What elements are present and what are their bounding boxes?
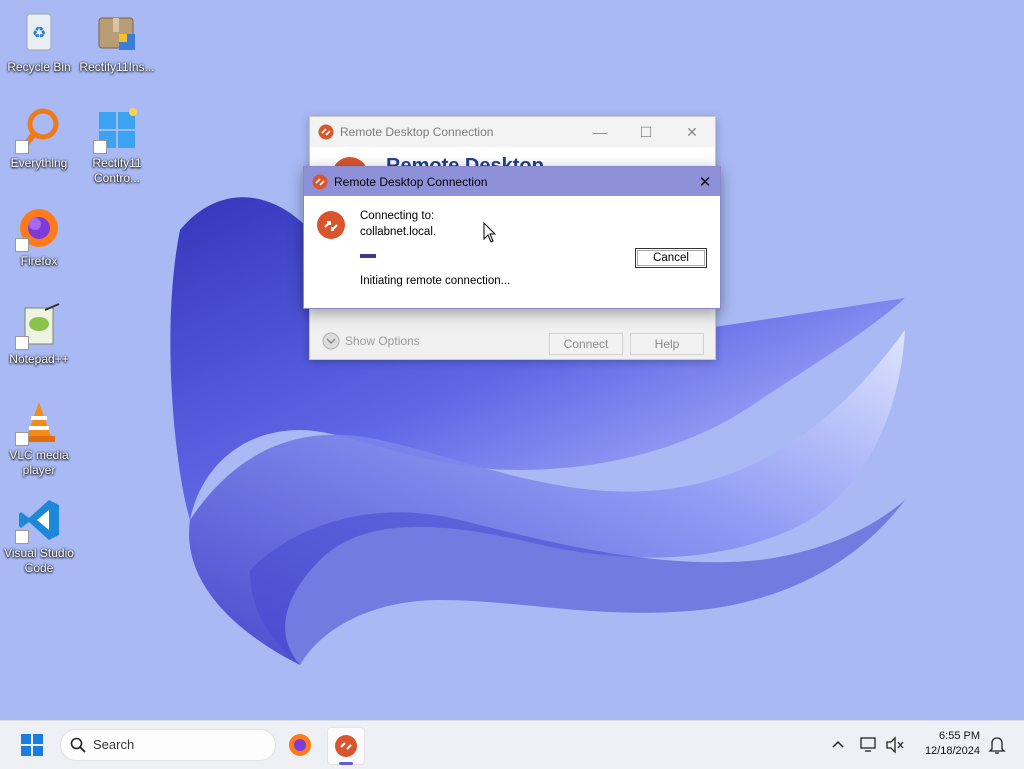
search-icon — [70, 737, 86, 753]
recycle-bin-icon: ♻ — [15, 10, 63, 58]
firefox-icon — [289, 734, 311, 756]
mouse-cursor-icon — [483, 222, 497, 243]
dialog-close-button[interactable]: ✕ — [690, 167, 720, 196]
icon-label: Rectify11Ins... — [79, 60, 155, 74]
remote-desktop-icon — [312, 174, 328, 189]
icon-label: Firefox — [20, 254, 58, 268]
show-hidden-icons-button[interactable] — [828, 735, 848, 755]
desktop-icon-vlc[interactable]: VLC media player — [0, 398, 78, 478]
icon-label: Recycle Bin — [7, 60, 71, 74]
rdc-button-bar: Show Options Connect Help — [310, 329, 715, 359]
window-title: Remote Desktop Connection — [340, 125, 494, 139]
maximize-button[interactable]: ☐ — [623, 117, 669, 147]
remote-desktop-logo-icon — [317, 211, 345, 239]
minimize-button[interactable]: — — [577, 117, 623, 147]
vlc-cone-icon — [15, 398, 63, 446]
notification-button[interactable] — [986, 734, 1008, 756]
notepadpp-icon — [15, 302, 63, 350]
dialog-title: Remote Desktop Connection — [334, 174, 488, 189]
taskbar-search-box[interactable]: Search — [60, 729, 276, 761]
taskbar: Search 6:55 PM 12/18/2024 — [0, 720, 1024, 769]
host-name: collabnet.local. — [360, 226, 437, 238]
shortcut-arrow-icon — [15, 238, 29, 252]
dialog-body: Connecting to: collabnet.local. Cancel I… — [304, 196, 720, 308]
dialog-titlebar[interactable]: Remote Desktop Connection ✕ — [304, 167, 720, 196]
icon-label: Visual Studio Code — [4, 546, 74, 575]
remote-desktop-icon — [318, 124, 334, 140]
desktop: ♻ Recycle Bin Rectify11Ins... Everything… — [0, 0, 1024, 720]
rdc-banner: Remote Desktop — [310, 147, 715, 167]
shortcut-arrow-icon — [15, 432, 29, 446]
taskbar-firefox[interactable] — [282, 727, 318, 763]
remote-desktop-icon — [335, 735, 357, 757]
connecting-to-label: Connecting to: — [360, 210, 435, 222]
svg-text:♻: ♻ — [32, 25, 46, 42]
close-button[interactable]: ✕ — [669, 117, 715, 147]
show-options-toggle[interactable]: Show Options — [322, 332, 420, 350]
shortcut-arrow-icon — [15, 140, 29, 154]
chevron-up-icon — [832, 740, 844, 748]
icon-label: Everything — [10, 156, 68, 170]
connect-button[interactable]: Connect — [549, 333, 623, 355]
rdc-main-titlebar[interactable]: Remote Desktop Connection — ☐ ✕ — [310, 117, 715, 147]
connection-progress-indicator — [360, 254, 376, 258]
icon-label: Rectify11 Contro... — [92, 156, 142, 185]
start-button[interactable] — [14, 729, 50, 761]
shortcut-arrow-icon — [93, 140, 107, 154]
tray-audio-button[interactable] — [884, 734, 906, 756]
desktop-icon-rectify11-installer[interactable]: Rectify11Ins... — [78, 10, 156, 75]
desktop-icon-vscode[interactable]: Visual Studio Code — [0, 496, 78, 576]
desktop-icon-notepadpp[interactable]: Notepad++ — [0, 302, 78, 367]
tray-display-button[interactable] — [858, 734, 880, 756]
windows-start-icon — [21, 734, 43, 756]
desktop-icon-recycle-bin[interactable]: ♻ Recycle Bin — [0, 10, 78, 75]
status-text: Initiating remote connection... — [360, 275, 511, 287]
desktop-icon-firefox[interactable]: Firefox — [0, 204, 78, 269]
desktop-icon-rectify11-control[interactable]: Rectify11 Contro... — [78, 106, 156, 186]
bell-icon — [988, 737, 1006, 754]
clock-time: 6:55 PM — [939, 730, 980, 742]
help-button[interactable]: Help — [630, 333, 704, 355]
icon-label: VLC media player — [9, 448, 69, 477]
installer-box-icon — [93, 10, 141, 58]
tray-clock[interactable]: 6:55 PM 12/18/2024 — [925, 729, 980, 759]
speaker-muted-icon — [886, 736, 904, 754]
connecting-dialog: Remote Desktop Connection ✕ Connecting t… — [303, 166, 721, 309]
show-options-label: Show Options — [345, 334, 420, 348]
monitor-icon — [860, 737, 876, 752]
icon-label: Notepad++ — [9, 352, 69, 366]
chevron-down-circle-icon — [322, 332, 340, 350]
cancel-button[interactable]: Cancel — [635, 248, 707, 268]
firefox-icon — [15, 204, 63, 252]
everything-magnifier-icon — [15, 106, 63, 154]
vscode-icon — [15, 496, 63, 544]
shortcut-arrow-icon — [15, 336, 29, 350]
search-placeholder: Search — [93, 737, 135, 752]
windows-logo-icon — [93, 106, 141, 154]
clock-date: 12/18/2024 — [924, 745, 980, 757]
shortcut-arrow-icon — [15, 530, 29, 544]
desktop-icon-everything[interactable]: Everything — [0, 106, 78, 171]
taskbar-remote-desktop[interactable] — [327, 727, 365, 765]
active-indicator — [339, 762, 353, 765]
